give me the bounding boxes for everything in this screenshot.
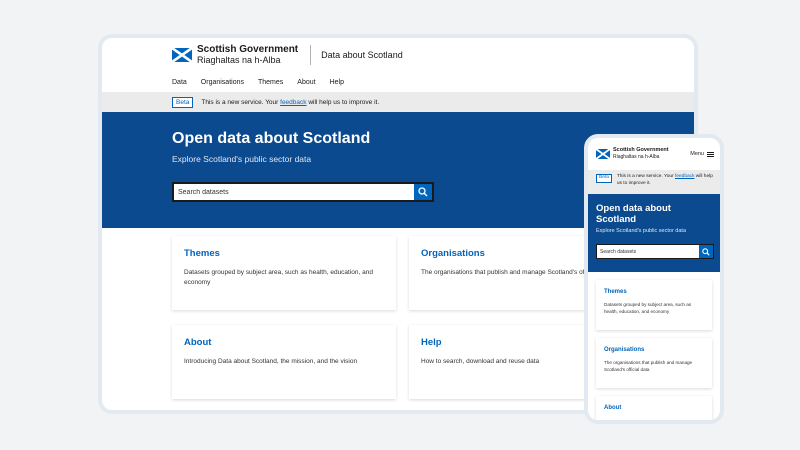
card-description: The organisations that publish and manag…	[604, 360, 693, 373]
scottish-government-logo[interactable]: Scottish Government Riaghaltas na h-Alba	[172, 45, 298, 65]
header-divider	[310, 45, 312, 65]
search-icon	[418, 187, 428, 197]
card-about[interactable]: About Introducing Data about Scotland, t…	[172, 325, 396, 399]
beta-text-before: This is a new service. Your	[616, 174, 675, 179]
nav-item-help[interactable]: Help	[330, 79, 344, 86]
beta-banner: Beta This is a new service. Your feedbac…	[588, 170, 720, 194]
mobile-header: Scottish Government Riaghaltas na h-Alba…	[588, 138, 720, 170]
beta-text-after: will help us to improve it.	[308, 98, 380, 106]
saltire-flag-icon	[596, 149, 610, 159]
search-button[interactable]	[699, 244, 714, 259]
beta-tag: Beta	[596, 174, 612, 183]
main-navigation: Data Organisations Themes About Help	[102, 72, 694, 92]
hero-section: Open data about Scotland Explore Scotlan…	[588, 194, 720, 272]
card-description: Datasets grouped by subject area, such a…	[184, 269, 373, 287]
search-input[interactable]	[172, 182, 414, 202]
menu-label: Menu	[690, 151, 704, 157]
beta-text: This is a new service. Your feedback wil…	[617, 174, 714, 188]
hamburger-icon	[707, 151, 714, 158]
logo-name-gaelic: Riaghaltas na h-Alba	[197, 55, 281, 65]
nav-item-themes[interactable]: Themes	[258, 79, 283, 86]
nav-item-organisations[interactable]: Organisations	[201, 79, 244, 86]
feedback-link[interactable]: feedback	[280, 99, 306, 106]
card-about[interactable]: About	[596, 396, 712, 420]
site-header: Scottish Government Riaghaltas na h-Alba…	[102, 38, 694, 72]
nav-item-data[interactable]: Data	[172, 79, 187, 86]
card-description: Introducing Data about Scotland, the mis…	[184, 358, 358, 365]
logo-name-english: Scottish Government	[197, 44, 299, 55]
beta-banner: Beta This is a new service. Your feedbac…	[102, 92, 694, 112]
search-icon	[702, 247, 710, 256]
search-input[interactable]	[596, 244, 699, 259]
hero-subtitle: Explore Scotland's public sector data	[596, 228, 687, 234]
logo-name-english: Scottish Government	[613, 147, 669, 154]
search-button[interactable]	[414, 182, 434, 202]
card-themes[interactable]: Themes Datasets grouped by subject area,…	[596, 280, 712, 330]
beta-tag: Beta	[172, 96, 194, 108]
card-title[interactable]: About	[184, 337, 384, 348]
card-title[interactable]: About	[604, 405, 704, 411]
search-bar	[596, 244, 714, 259]
category-cards: Themes Datasets grouped by subject area,…	[588, 272, 720, 420]
site-title[interactable]: Data about Scotland	[321, 50, 403, 60]
card-organisations[interactable]: Organisations The organisations that pub…	[596, 338, 712, 388]
search-bar	[172, 182, 434, 202]
saltire-flag-icon	[172, 48, 192, 62]
beta-text-before: This is a new service. Your	[201, 98, 279, 106]
menu-button[interactable]: Menu	[690, 151, 714, 158]
logo-text: Scottish Government Riaghaltas na h-Alba	[613, 148, 669, 160]
scottish-government-logo[interactable]: Scottish Government Riaghaltas na h-Alba	[596, 148, 669, 160]
hero-title: Open data about Scotland	[596, 203, 671, 225]
feedback-link[interactable]: feedback	[675, 174, 694, 179]
mobile-device-frame: Scottish Government Riaghaltas na h-Alba…	[584, 134, 724, 424]
card-title[interactable]: Themes	[604, 289, 704, 295]
logo-text: Scottish Government Riaghaltas na h-Alba	[197, 45, 298, 65]
logo-name-gaelic: Riaghaltas na h-Alba	[613, 153, 660, 160]
nav-item-about[interactable]: About	[297, 79, 315, 86]
card-title[interactable]: Organisations	[604, 347, 704, 353]
card-description: Datasets grouped by subject area, such a…	[604, 302, 692, 315]
card-themes[interactable]: Themes Datasets grouped by subject area,…	[172, 236, 396, 310]
card-title[interactable]: Themes	[184, 248, 384, 259]
